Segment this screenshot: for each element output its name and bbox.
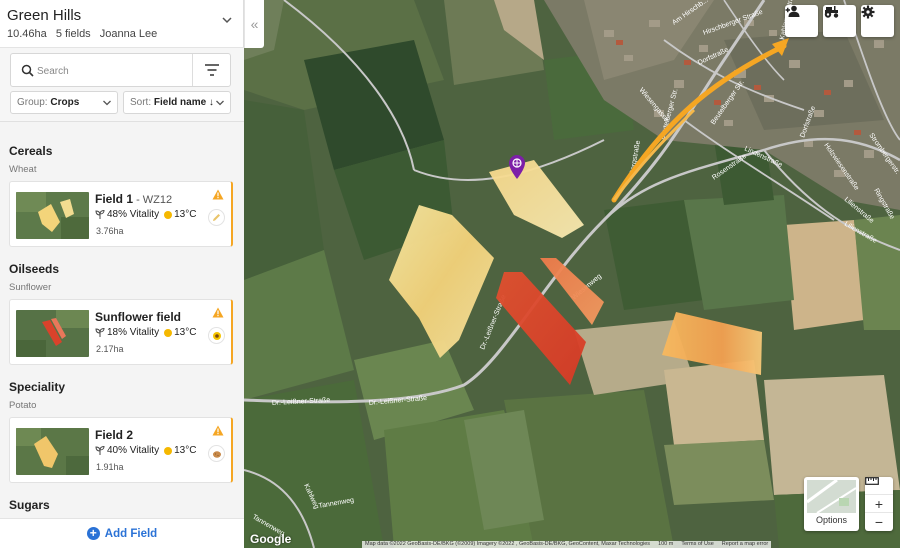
farm-area: 10.46ha: [7, 28, 47, 40]
field-thumbnail: [16, 310, 89, 357]
field-stats: 18% Vitality 13°C: [95, 327, 196, 338]
ruler-icon: [865, 477, 879, 485]
field-controls: Group: Crops Sort: Field name ↓: [0, 48, 244, 122]
scale-bar: 100 m: [658, 541, 674, 547]
field-card-field-1[interactable]: Field 1 - WZ12 48% Vitality 13°C 3.76ha: [9, 181, 233, 247]
section-title: Speciality: [9, 380, 66, 394]
search-input[interactable]: [37, 60, 187, 82]
group-value: Crops: [50, 97, 80, 108]
field-temperature: 13°C: [174, 327, 197, 338]
farm-meta: 10.46ha 5 fields Joanna Lee: [7, 28, 244, 40]
sprout-icon: [95, 210, 105, 219]
section-title: Cereals: [9, 144, 53, 158]
map-attribution: Map data ©2022 GeoBasis-DE/BKG (©2009) I…: [362, 541, 772, 548]
sort-value: Field name ↓: [153, 97, 214, 108]
field-area: 1.91ha: [96, 462, 124, 472]
section-subtitle: Potato: [9, 400, 37, 411]
report-error-link[interactable]: Report a map error: [722, 541, 768, 548]
field-stats: 40% Vitality 13°C: [95, 445, 196, 456]
sprout-icon: [95, 328, 105, 337]
map-view[interactable]: Dr.-Leißner-Straße Dr.-Leißner-Straße Dr…: [244, 0, 900, 548]
crop-edit-button[interactable]: [208, 209, 225, 226]
sort-label: Sort:: [130, 97, 152, 108]
google-logo: Google: [250, 532, 292, 546]
zoom-out-button[interactable]: −: [865, 513, 893, 531]
sun-icon: [164, 328, 173, 337]
field-temperature: 13°C: [174, 445, 197, 456]
farm-fields-count: 5 fields: [55, 28, 91, 40]
search-box: [10, 53, 231, 87]
settings-button[interactable]: [861, 5, 894, 37]
field-name: Field 2: [95, 428, 134, 442]
sunflower-icon: [212, 331, 221, 340]
section-subtitle: Sunflower: [9, 282, 52, 293]
sprout-icon: [95, 446, 105, 455]
map-options-button[interactable]: Options: [804, 477, 859, 531]
group-label: Group:: [17, 97, 48, 108]
map-zoom-controls: + −: [865, 477, 893, 531]
field-area: 3.76ha: [96, 226, 124, 236]
satellite-map[interactable]: Dr.-Leißner-Straße Dr.-Leißner-Straße Dr…: [244, 0, 900, 548]
warning-icon[interactable]: [212, 189, 224, 200]
field-card-sunflower-field[interactable]: Sunflower field 18% Vitality 13°C 2.17ha: [9, 299, 233, 365]
field-stats: 48% Vitality 13°C: [95, 209, 196, 220]
section-title: Oilseeds: [9, 262, 60, 276]
tractor-icon: [824, 6, 839, 18]
field-thumbnail: [16, 192, 89, 239]
pencil-icon: [213, 214, 220, 221]
field-name: Field 1 - WZ12: [95, 192, 173, 206]
sidebar: Green Hills 10.46ha 5 fields Joanna Lee …: [0, 0, 244, 548]
add-field-button[interactable]: + Add Field: [0, 518, 244, 548]
section-title: Sugars: [9, 498, 50, 512]
search-icon: [21, 64, 34, 77]
double-chevron-left-icon: «: [250, 16, 259, 32]
chevron-down-icon: [103, 100, 111, 106]
plus-icon: +: [86, 527, 100, 540]
terms-link[interactable]: Terms of Use: [681, 541, 713, 548]
section-subtitle: Wheat: [9, 164, 37, 175]
search-divider: [192, 54, 193, 86]
crop-button[interactable]: [208, 445, 225, 462]
add-user-icon: [785, 5, 800, 17]
farm-name: Green Hills: [7, 7, 82, 24]
attribution-text: Map data ©2022 GeoBasis-DE/BKG (©2009) I…: [365, 541, 651, 547]
field-card-field-2[interactable]: Field 2 40% Vitality 13°C 1.91ha: [9, 417, 233, 483]
field-name: Sunflower field: [95, 310, 182, 324]
field-vitality: 48% Vitality: [107, 209, 160, 220]
gear-icon: [861, 5, 875, 19]
add-user-button[interactable]: [785, 5, 818, 37]
machinery-button[interactable]: [823, 5, 856, 37]
crop-button[interactable]: [208, 327, 225, 344]
measure-button[interactable]: [865, 477, 893, 495]
sort-select[interactable]: Sort: Field name ↓: [123, 91, 231, 114]
potato-icon: [212, 450, 221, 458]
farm-header[interactable]: Green Hills 10.46ha 5 fields Joanna Lee: [0, 0, 244, 48]
field-vitality: 18% Vitality: [107, 327, 160, 338]
zoom-in-button[interactable]: +: [865, 495, 893, 513]
sun-icon: [164, 210, 173, 219]
field-area: 2.17ha: [96, 344, 124, 354]
field-temperature: 13°C: [174, 209, 197, 220]
warning-icon[interactable]: [212, 425, 224, 436]
sun-icon: [164, 446, 173, 455]
farm-owner: Joanna Lee: [99, 28, 158, 40]
chevron-down-icon: [216, 100, 224, 106]
chevron-down-icon[interactable]: [220, 13, 234, 27]
map-type-preview: [807, 480, 856, 513]
field-crop-code: - WZ12: [133, 194, 173, 206]
field-vitality: 40% Vitality: [107, 445, 160, 456]
options-label: Options: [815, 515, 848, 525]
filter-icon[interactable]: [204, 63, 220, 77]
collapse-sidebar-button[interactable]: «: [244, 0, 264, 48]
warning-icon[interactable]: [212, 307, 224, 318]
group-select[interactable]: Group: Crops: [10, 91, 118, 114]
field-list[interactable]: Cereals Wheat Field 1 - WZ12 48% Vitalit…: [0, 122, 244, 518]
plus-icon: +: [874, 495, 884, 512]
minus-icon: −: [874, 514, 884, 530]
add-field-label: Add Field: [104, 527, 158, 540]
field-thumbnail: [16, 428, 89, 475]
